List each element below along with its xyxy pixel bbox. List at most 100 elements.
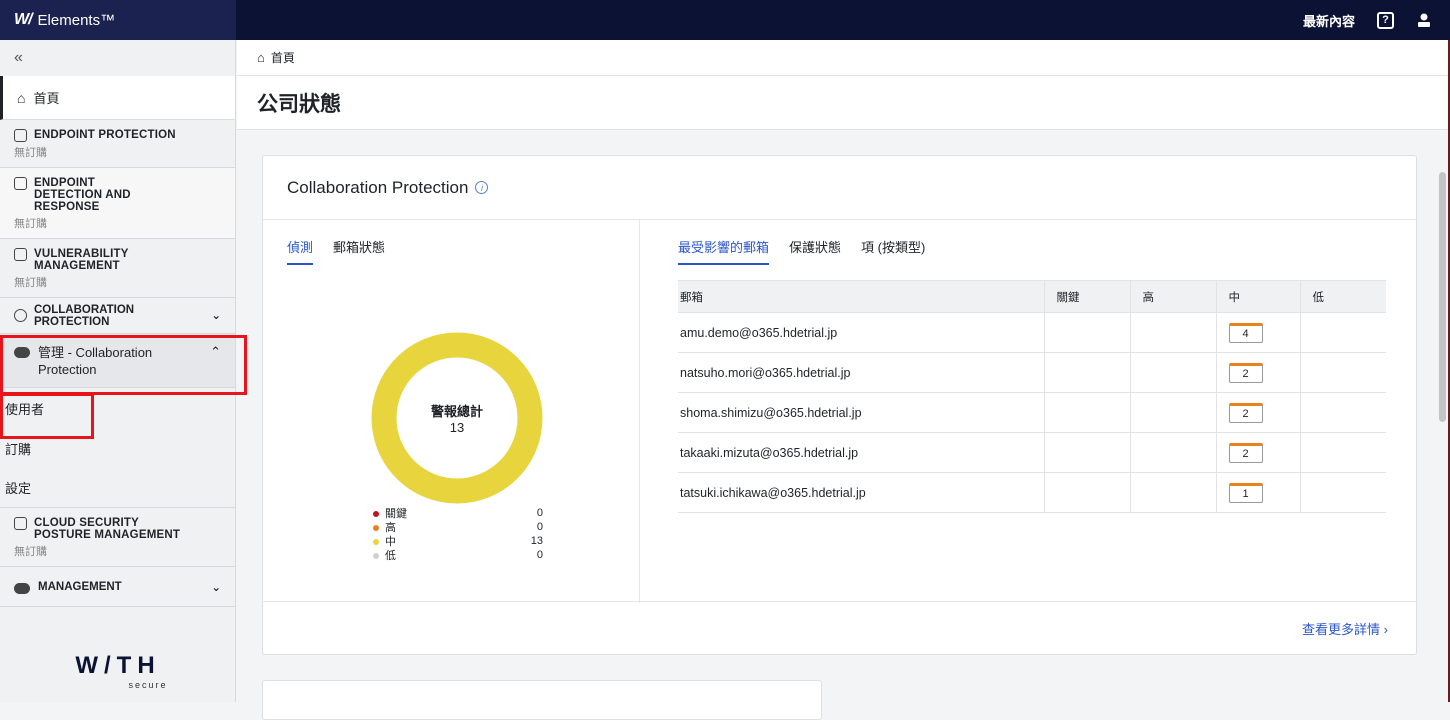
tab-protection-status[interactable]: 保護狀態 bbox=[789, 237, 841, 265]
sidebar-item-label: ENDPOINT DETECTION AND RESPONSE bbox=[34, 177, 131, 213]
collapse-sidebar-icon[interactable]: « bbox=[0, 40, 235, 76]
gear-cloud-icon bbox=[14, 347, 30, 358]
user-icon[interactable] bbox=[1416, 12, 1432, 28]
cloud-icon bbox=[14, 309, 27, 322]
collaboration-card: Collaboration Protection i 偵測 郵箱狀態 警報總計 … bbox=[262, 155, 1418, 655]
mailbox-cell[interactable]: takaaki.mizuta@o365.hdetrial.jp bbox=[678, 432, 1045, 473]
medium-count-badge[interactable]: 2 bbox=[1228, 442, 1263, 463]
legend-item: 高0 bbox=[373, 520, 543, 534]
card-footer: 查看更多詳情 › bbox=[263, 601, 1418, 654]
withsecure-logo: W/TH secure bbox=[0, 652, 236, 690]
brand-name: Elements™ bbox=[37, 11, 116, 29]
alert-donut-chart: 警報總計 13 bbox=[371, 332, 543, 504]
donut-legend: 關鍵 0 高0 中 13 低0 bbox=[373, 506, 543, 562]
sidebar-item-collaboration-protection[interactable]: COLLABORATION PROTECTION ⌄ bbox=[0, 298, 235, 334]
sidebar-item-label: VULNERABILITY MANAGEMENT bbox=[34, 248, 129, 272]
medium-count-badge[interactable]: 2 bbox=[1228, 402, 1263, 423]
column-header[interactable]: 郵箱 bbox=[678, 280, 1045, 313]
legend-dot bbox=[373, 525, 379, 531]
sidebar-item-vulnerability-management[interactable]: VULNERABILITY MANAGEMENT 無訂購 bbox=[0, 239, 235, 298]
column-header[interactable]: 高 bbox=[1129, 280, 1217, 313]
tab-items-by-type[interactable]: 項 (按類型) bbox=[861, 237, 925, 265]
whats-new-link[interactable]: 最新內容 bbox=[1303, 11, 1355, 30]
table-row[interactable]: tatsuki.ichikawa@o365.hdetrial.jp 1 bbox=[678, 472, 1386, 513]
legend-item: 低0 bbox=[373, 548, 543, 562]
home-icon[interactable]: ⌂ bbox=[257, 50, 265, 65]
subscription-status: 無訂購 bbox=[14, 147, 47, 159]
sidebar-item-admin-collaboration[interactable]: 管理 - Collaboration Protection ⌃ bbox=[0, 334, 235, 388]
legend-label: 低 bbox=[385, 550, 396, 562]
legend-value: 0 bbox=[536, 521, 543, 533]
sidebar-item-cspm[interactable]: CLOUD SECURITY POSTURE MANAGEMENT 無訂購 bbox=[0, 508, 235, 567]
top-bar: W/ Elements™ 最新內容 ? bbox=[0, 0, 1450, 40]
sidebar-item-label: ENDPOINT PROTECTION bbox=[34, 129, 176, 141]
subscription-status: 無訂購 bbox=[14, 218, 47, 230]
mailbox-cell[interactable]: shoma.shimizu@o365.hdetrial.jp bbox=[678, 392, 1045, 433]
table-row[interactable]: amu.demo@o365.hdetrial.jp 4 bbox=[678, 312, 1386, 353]
help-icon[interactable]: ? bbox=[1377, 11, 1394, 29]
second-card bbox=[262, 680, 822, 720]
chevron-down-icon: ⌄ bbox=[211, 581, 221, 594]
column-header[interactable]: 低 bbox=[1299, 280, 1386, 313]
medium-count-badge[interactable]: 2 bbox=[1228, 362, 1263, 383]
gear-cloud-icon bbox=[14, 582, 30, 594]
legend-item: 關鍵 0 bbox=[373, 506, 543, 520]
detection-icon bbox=[14, 177, 27, 190]
sidebar: « ⌂ 首頁 ENDPOINT PROTECTION 無訂購 ENDPOINT … bbox=[0, 40, 236, 702]
scrollbar-thumb[interactable] bbox=[1439, 172, 1446, 422]
main-content: ⌂ 首頁 公司狀態 Collaboration Protection i 偵測 … bbox=[237, 40, 1450, 720]
legend-dot bbox=[373, 511, 379, 517]
chevron-down-icon: ⌄ bbox=[211, 309, 221, 322]
tab-most-affected[interactable]: 最受影響的郵箱 bbox=[678, 237, 770, 265]
mailbox-cell[interactable]: tatsuki.ichikawa@o365.hdetrial.jp bbox=[678, 472, 1045, 513]
chevron-up-icon: ⌃ bbox=[210, 344, 221, 359]
donut-label: 警報總計 bbox=[430, 404, 483, 419]
mailbox-cell[interactable]: amu.demo@o365.hdetrial.jp bbox=[678, 312, 1045, 353]
tab-detection[interactable]: 偵測 bbox=[287, 237, 314, 265]
vulnerability-icon bbox=[14, 248, 27, 261]
medium-count-badge[interactable]: 4 bbox=[1228, 322, 1263, 343]
sidebar-item-endpoint-protection[interactable]: ENDPOINT PROTECTION 無訂購 bbox=[0, 120, 235, 168]
legend-value: 0 bbox=[536, 549, 543, 561]
sidebar-item-settings[interactable]: 設定 bbox=[0, 468, 235, 508]
cloud-posture-icon bbox=[14, 517, 27, 530]
sidebar-item-label: MANAGEMENT bbox=[38, 580, 122, 593]
table-row[interactable]: takaaki.mizuta@o365.hdetrial.jp 2 bbox=[678, 432, 1386, 473]
column-header[interactable]: 關鍵 bbox=[1043, 280, 1131, 313]
table-row[interactable]: natsuho.mori@o365.hdetrial.jp 2 bbox=[678, 352, 1386, 393]
legend-value: 13 bbox=[530, 535, 543, 547]
logo-sub: secure bbox=[128, 680, 168, 690]
mailbox-pane: 最受影響的郵箱 保護狀態 項 (按類型) 郵箱 關鍵 高 中 低 amu.dem… bbox=[641, 220, 1418, 603]
card-title: Collaboration Protection i bbox=[263, 156, 1416, 220]
sidebar-item-label: 管理 - Collaboration Protection bbox=[38, 345, 153, 377]
card-title-text: Collaboration Protection bbox=[287, 177, 469, 197]
breadcrumb-item[interactable]: 首頁 bbox=[271, 49, 295, 66]
sidebar-item-users[interactable]: 使用者 bbox=[0, 388, 235, 428]
medium-count-badge[interactable]: 1 bbox=[1228, 482, 1263, 503]
sidebar-item-label: COLLABORATION PROTECTION bbox=[34, 303, 135, 328]
info-icon[interactable]: i bbox=[475, 181, 489, 194]
tab-mailbox-status[interactable]: 郵箱狀態 bbox=[333, 237, 385, 265]
mailbox-cell[interactable]: natsuho.mori@o365.hdetrial.jp bbox=[678, 352, 1045, 393]
sidebar-item-label: 首頁 bbox=[33, 91, 60, 106]
donut-total: 13 bbox=[449, 420, 465, 435]
legend-dot bbox=[373, 553, 379, 559]
column-header[interactable]: 中 bbox=[1215, 280, 1301, 313]
table-row[interactable]: shoma.shimizu@o365.hdetrial.jp 2 bbox=[678, 392, 1386, 433]
sidebar-item-subscriptions[interactable]: 訂購 bbox=[0, 428, 235, 468]
legend-value: 0 bbox=[536, 507, 543, 519]
subscription-status: 無訂購 bbox=[14, 546, 47, 558]
view-more-details-link[interactable]: 查看更多詳情 › bbox=[1302, 619, 1388, 638]
subscription-status: 無訂購 bbox=[14, 277, 47, 289]
sidebar-item-edr[interactable]: ENDPOINT DETECTION AND RESPONSE 無訂購 bbox=[0, 168, 235, 239]
logo-mark: W/TH bbox=[75, 652, 161, 679]
legend-dot bbox=[373, 539, 379, 545]
brand[interactable]: W/ Elements™ bbox=[0, 0, 236, 40]
breadcrumb: ⌂ 首頁 bbox=[237, 40, 1450, 76]
sidebar-item-management[interactable]: MANAGEMENT ⌄ bbox=[0, 567, 235, 607]
shield-icon bbox=[14, 129, 27, 142]
home-icon: ⌂ bbox=[17, 89, 26, 106]
mailbox-table: 郵箱 關鍵 高 中 低 amu.demo@o365.hdetrial.jp 4 n… bbox=[678, 280, 1386, 513]
sidebar-item-home[interactable]: ⌂ 首頁 bbox=[0, 76, 235, 120]
legend-item: 中 13 bbox=[373, 534, 543, 548]
